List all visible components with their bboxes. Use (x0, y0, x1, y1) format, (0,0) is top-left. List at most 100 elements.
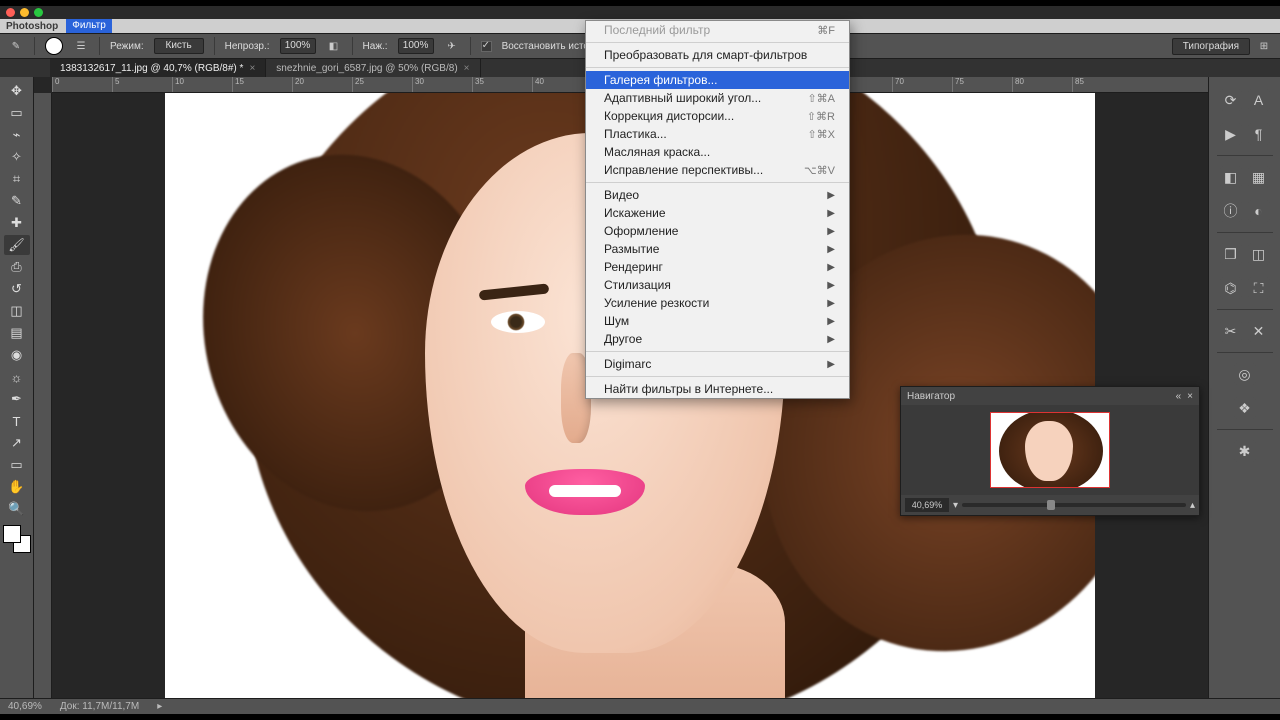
path-tool-icon[interactable]: ↗ (4, 433, 30, 453)
menu-item[interactable]: Шум▶ (586, 312, 849, 330)
hand-tool-icon[interactable]: ✋ (4, 477, 30, 497)
menu-filter[interactable]: Фильтр (66, 19, 112, 33)
wand-tool-icon[interactable]: ✧ (4, 147, 30, 167)
pen-tool-icon[interactable]: ✒ (4, 389, 30, 409)
menu-item[interactable]: Масляная краска... (586, 143, 849, 161)
opacity-field[interactable]: 100% (280, 38, 316, 54)
menu-item[interactable]: Искажение▶ (586, 204, 849, 222)
swatches-panel-icon[interactable]: ▦ (1248, 166, 1270, 188)
menu-item[interactable]: Адаптивный широкий угол...⇧⌘A (586, 89, 849, 107)
submenu-arrow-icon: ▶ (827, 208, 835, 219)
panel-collapse-icon[interactable]: ⊞ (1256, 38, 1272, 54)
status-arrow-icon[interactable]: ▸ (157, 701, 162, 712)
menu-item[interactable]: Стилизация▶ (586, 276, 849, 294)
menu-item[interactable]: Оформление ▶ (586, 222, 849, 240)
eraser-tool-icon[interactable]: ◫ (4, 301, 30, 321)
menu-item[interactable]: Рендеринг▶ (586, 258, 849, 276)
eyedropper-tool-icon[interactable]: ✎ (4, 191, 30, 211)
menu-item[interactable]: Видео▶ (586, 186, 849, 204)
adjustments-panel-icon[interactable]: ◐ (1248, 200, 1270, 222)
minimize-icon[interactable] (20, 8, 29, 17)
character-panel-icon[interactable]: A (1248, 89, 1270, 111)
menu-item[interactable]: Преобразовать для смарт-фильтров (586, 46, 849, 64)
menu-item[interactable]: Пластика...⇧⌘X (586, 125, 849, 143)
brush-panel-icon[interactable]: ☰ (73, 38, 89, 54)
foreground-color-icon[interactable] (3, 525, 21, 543)
mode-select[interactable]: Кисть (154, 38, 204, 54)
close-icon[interactable]: × (249, 63, 255, 74)
menu-item[interactable]: Найти фильтры в Интернете... (586, 380, 849, 398)
vertical-ruler (34, 93, 52, 698)
document-tab[interactable]: 1383132617_11.jpg @ 40,7% (RGB/8#) * × (50, 59, 266, 77)
clone-panel-icon[interactable]: ◎ (1234, 363, 1256, 385)
layers-panel-icon[interactable]: ❐ (1220, 243, 1242, 265)
shape-tool-icon[interactable]: ▭ (4, 455, 30, 475)
menu-item-label: Исправление перспективы... (604, 163, 763, 177)
menu-item[interactable]: Усиление резкости▶ (586, 294, 849, 312)
flow-field[interactable]: 100% (398, 38, 434, 54)
menu-item-label: Оформление (604, 224, 678, 238)
menu-item[interactable]: Другое▶ (586, 330, 849, 348)
transform-panel-icon[interactable]: ⛶ (1248, 277, 1270, 299)
history-panel-icon[interactable]: ⟳ (1220, 89, 1242, 111)
marquee-tool-icon[interactable]: ▭ (4, 103, 30, 123)
zoom-in-icon[interactable]: ▴ (1190, 500, 1195, 511)
paths-panel-icon[interactable]: ⌬ (1220, 277, 1242, 299)
menu-item[interactable]: Исправление перспективы... ⌥⌘V (586, 161, 849, 179)
close-icon[interactable] (6, 8, 15, 17)
menu-item-label: Преобразовать для смарт-фильтров (604, 48, 807, 62)
menu-shortcut: ⌥⌘V (804, 164, 835, 177)
status-zoom[interactable]: 40,69% (8, 701, 42, 712)
gradient-tool-icon[interactable]: ▤ (4, 323, 30, 343)
navigator-zoom-field[interactable]: 40,69% (905, 498, 949, 512)
menu-item-label: Галерея фильтров... (604, 73, 717, 87)
menu-item[interactable]: Коррекция дисторсии...⇧⌘R (586, 107, 849, 125)
navigator-panel[interactable]: Навигатор « × 40,69% ▾ ▴ (900, 386, 1200, 516)
move-tool-icon[interactable]: ✥ (4, 81, 30, 101)
submenu-arrow-icon: ▶ (827, 262, 835, 273)
navigator-preview[interactable] (901, 405, 1199, 495)
airbrush-icon[interactable]: ✈ (444, 38, 460, 54)
menu-shortcut: ⇧⌘X (807, 128, 835, 141)
channels-panel-icon[interactable]: ◫ (1248, 243, 1270, 265)
menu-item[interactable]: Digimarc▶ (586, 355, 849, 373)
restore-history-checkbox[interactable] (481, 41, 492, 52)
menu-item[interactable]: Размытие▶ (586, 240, 849, 258)
history-brush-tool-icon[interactable]: ↺ (4, 279, 30, 299)
pressure-opacity-icon[interactable]: ◧ (326, 38, 342, 54)
submenu-arrow-icon: ▶ (827, 226, 835, 237)
properties-panel-icon[interactable]: ❖ (1234, 397, 1256, 419)
lasso-tool-icon[interactable]: ⌁ (4, 125, 30, 145)
status-doc-size: Док: 11,7M/11,7M (60, 701, 139, 712)
submenu-arrow-icon: ▶ (827, 190, 835, 201)
healing-tool-icon[interactable]: ✚ (4, 213, 30, 233)
menu-item[interactable]: Галерея фильтров... (586, 71, 849, 89)
tool-preset-icon[interactable]: ✎ (8, 38, 24, 54)
brush-preview-icon[interactable] (45, 37, 63, 55)
info-panel-icon[interactable]: ⓘ (1220, 200, 1242, 222)
actions-panel-icon[interactable]: ▶ (1220, 123, 1242, 145)
color-swatch[interactable] (3, 525, 31, 553)
panel-close-icon[interactable]: × (1187, 391, 1193, 402)
close-icon[interactable]: × (464, 63, 470, 74)
dodge-tool-icon[interactable]: ☼ (4, 367, 30, 387)
document-tab[interactable]: snezhnie_gori_6587.jpg @ 50% (RGB/8) × (266, 59, 480, 77)
zoom-icon[interactable] (34, 8, 43, 17)
navigator-toggle-icon[interactable]: ✱ (1234, 440, 1256, 462)
brushes-panel-icon[interactable]: ✕ (1248, 320, 1270, 342)
brush-tool-icon[interactable]: 🖌 (4, 235, 30, 255)
menu-item-label: Масляная краска... (604, 145, 710, 159)
stamp-tool-icon[interactable]: ⎙ (4, 257, 30, 277)
zoom-tool-icon[interactable]: 🔍 (4, 499, 30, 519)
styles-panel-icon[interactable]: ✂ (1220, 320, 1242, 342)
color-panel-icon[interactable]: ◧ (1220, 166, 1242, 188)
zoom-out-icon[interactable]: ▾ (953, 500, 958, 511)
panel-collapse-icon[interactable]: « (1176, 391, 1182, 402)
crop-tool-icon[interactable]: ⌗ (4, 169, 30, 189)
paragraph-panel-icon[interactable]: ¶ (1248, 123, 1270, 145)
typography-button[interactable]: Типография (1172, 38, 1250, 55)
type-tool-icon[interactable]: T (4, 411, 30, 431)
navigator-zoom-slider[interactable] (962, 503, 1186, 507)
blur-tool-icon[interactable]: ◉ (4, 345, 30, 365)
menu-shortcut: ⇧⌘A (807, 92, 835, 105)
